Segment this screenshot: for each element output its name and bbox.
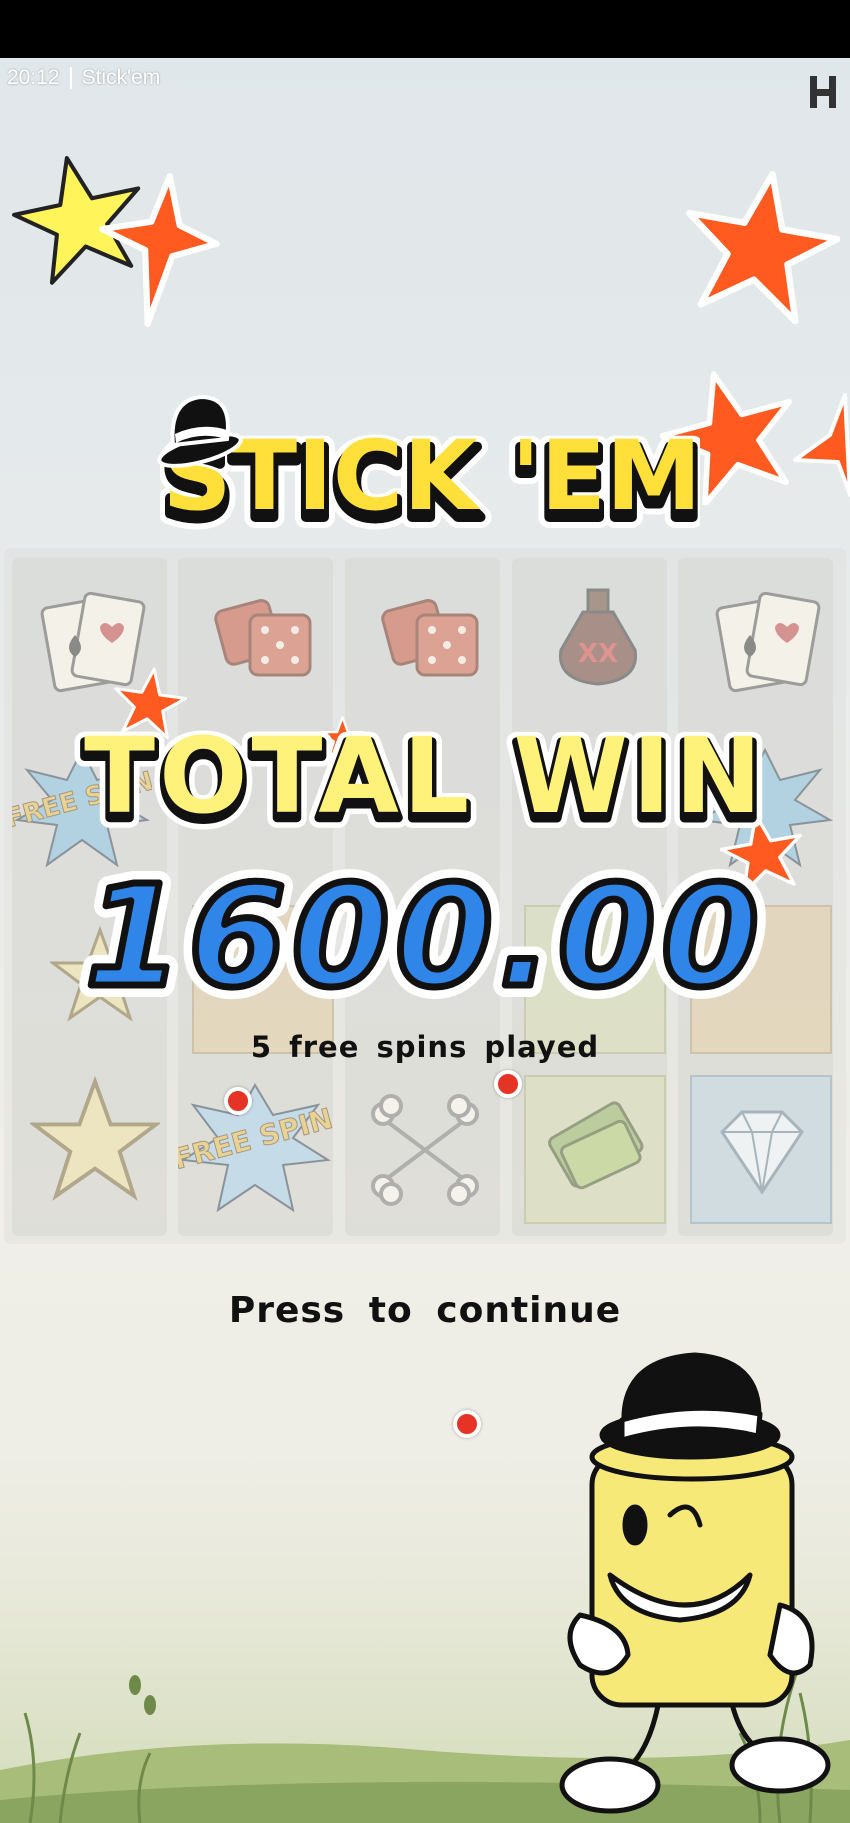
status-divider xyxy=(69,67,72,89)
provider-logo-icon[interactable] xyxy=(808,74,838,110)
particle-dot xyxy=(453,1410,481,1438)
red-star-icon xyxy=(793,393,850,497)
mascot-character xyxy=(559,1352,831,1814)
clock-time: 20:12 xyxy=(7,66,60,89)
status-bar: 20:12 Stick'em xyxy=(7,66,160,90)
hat-icon xyxy=(157,394,243,468)
game-stage[interactable]: XX FREE SPIN FREE SPIN 20:12 Stick'em ST… xyxy=(0,0,850,1823)
particle-dot xyxy=(224,1087,252,1115)
svg-text:TOTAL WIN: TOTAL WIN xyxy=(84,718,766,837)
red-star-icon xyxy=(686,170,840,325)
top-black-bar xyxy=(0,0,850,58)
particle-dot xyxy=(494,1070,522,1098)
press-to-continue-button[interactable]: Press to continue xyxy=(0,1290,850,1331)
total-win-title: TOTAL WIN TOTAL WIN TOTAL WIN xyxy=(74,718,772,838)
svg-text:1600.00: 1600.00 xyxy=(85,856,765,1015)
free-spins-played-text: 5 free spins played xyxy=(250,1030,600,1064)
game-name: Stick'em xyxy=(81,66,161,89)
win-amount: 1600.00 1600.00 xyxy=(73,855,771,1015)
red-star-icon xyxy=(99,173,220,327)
